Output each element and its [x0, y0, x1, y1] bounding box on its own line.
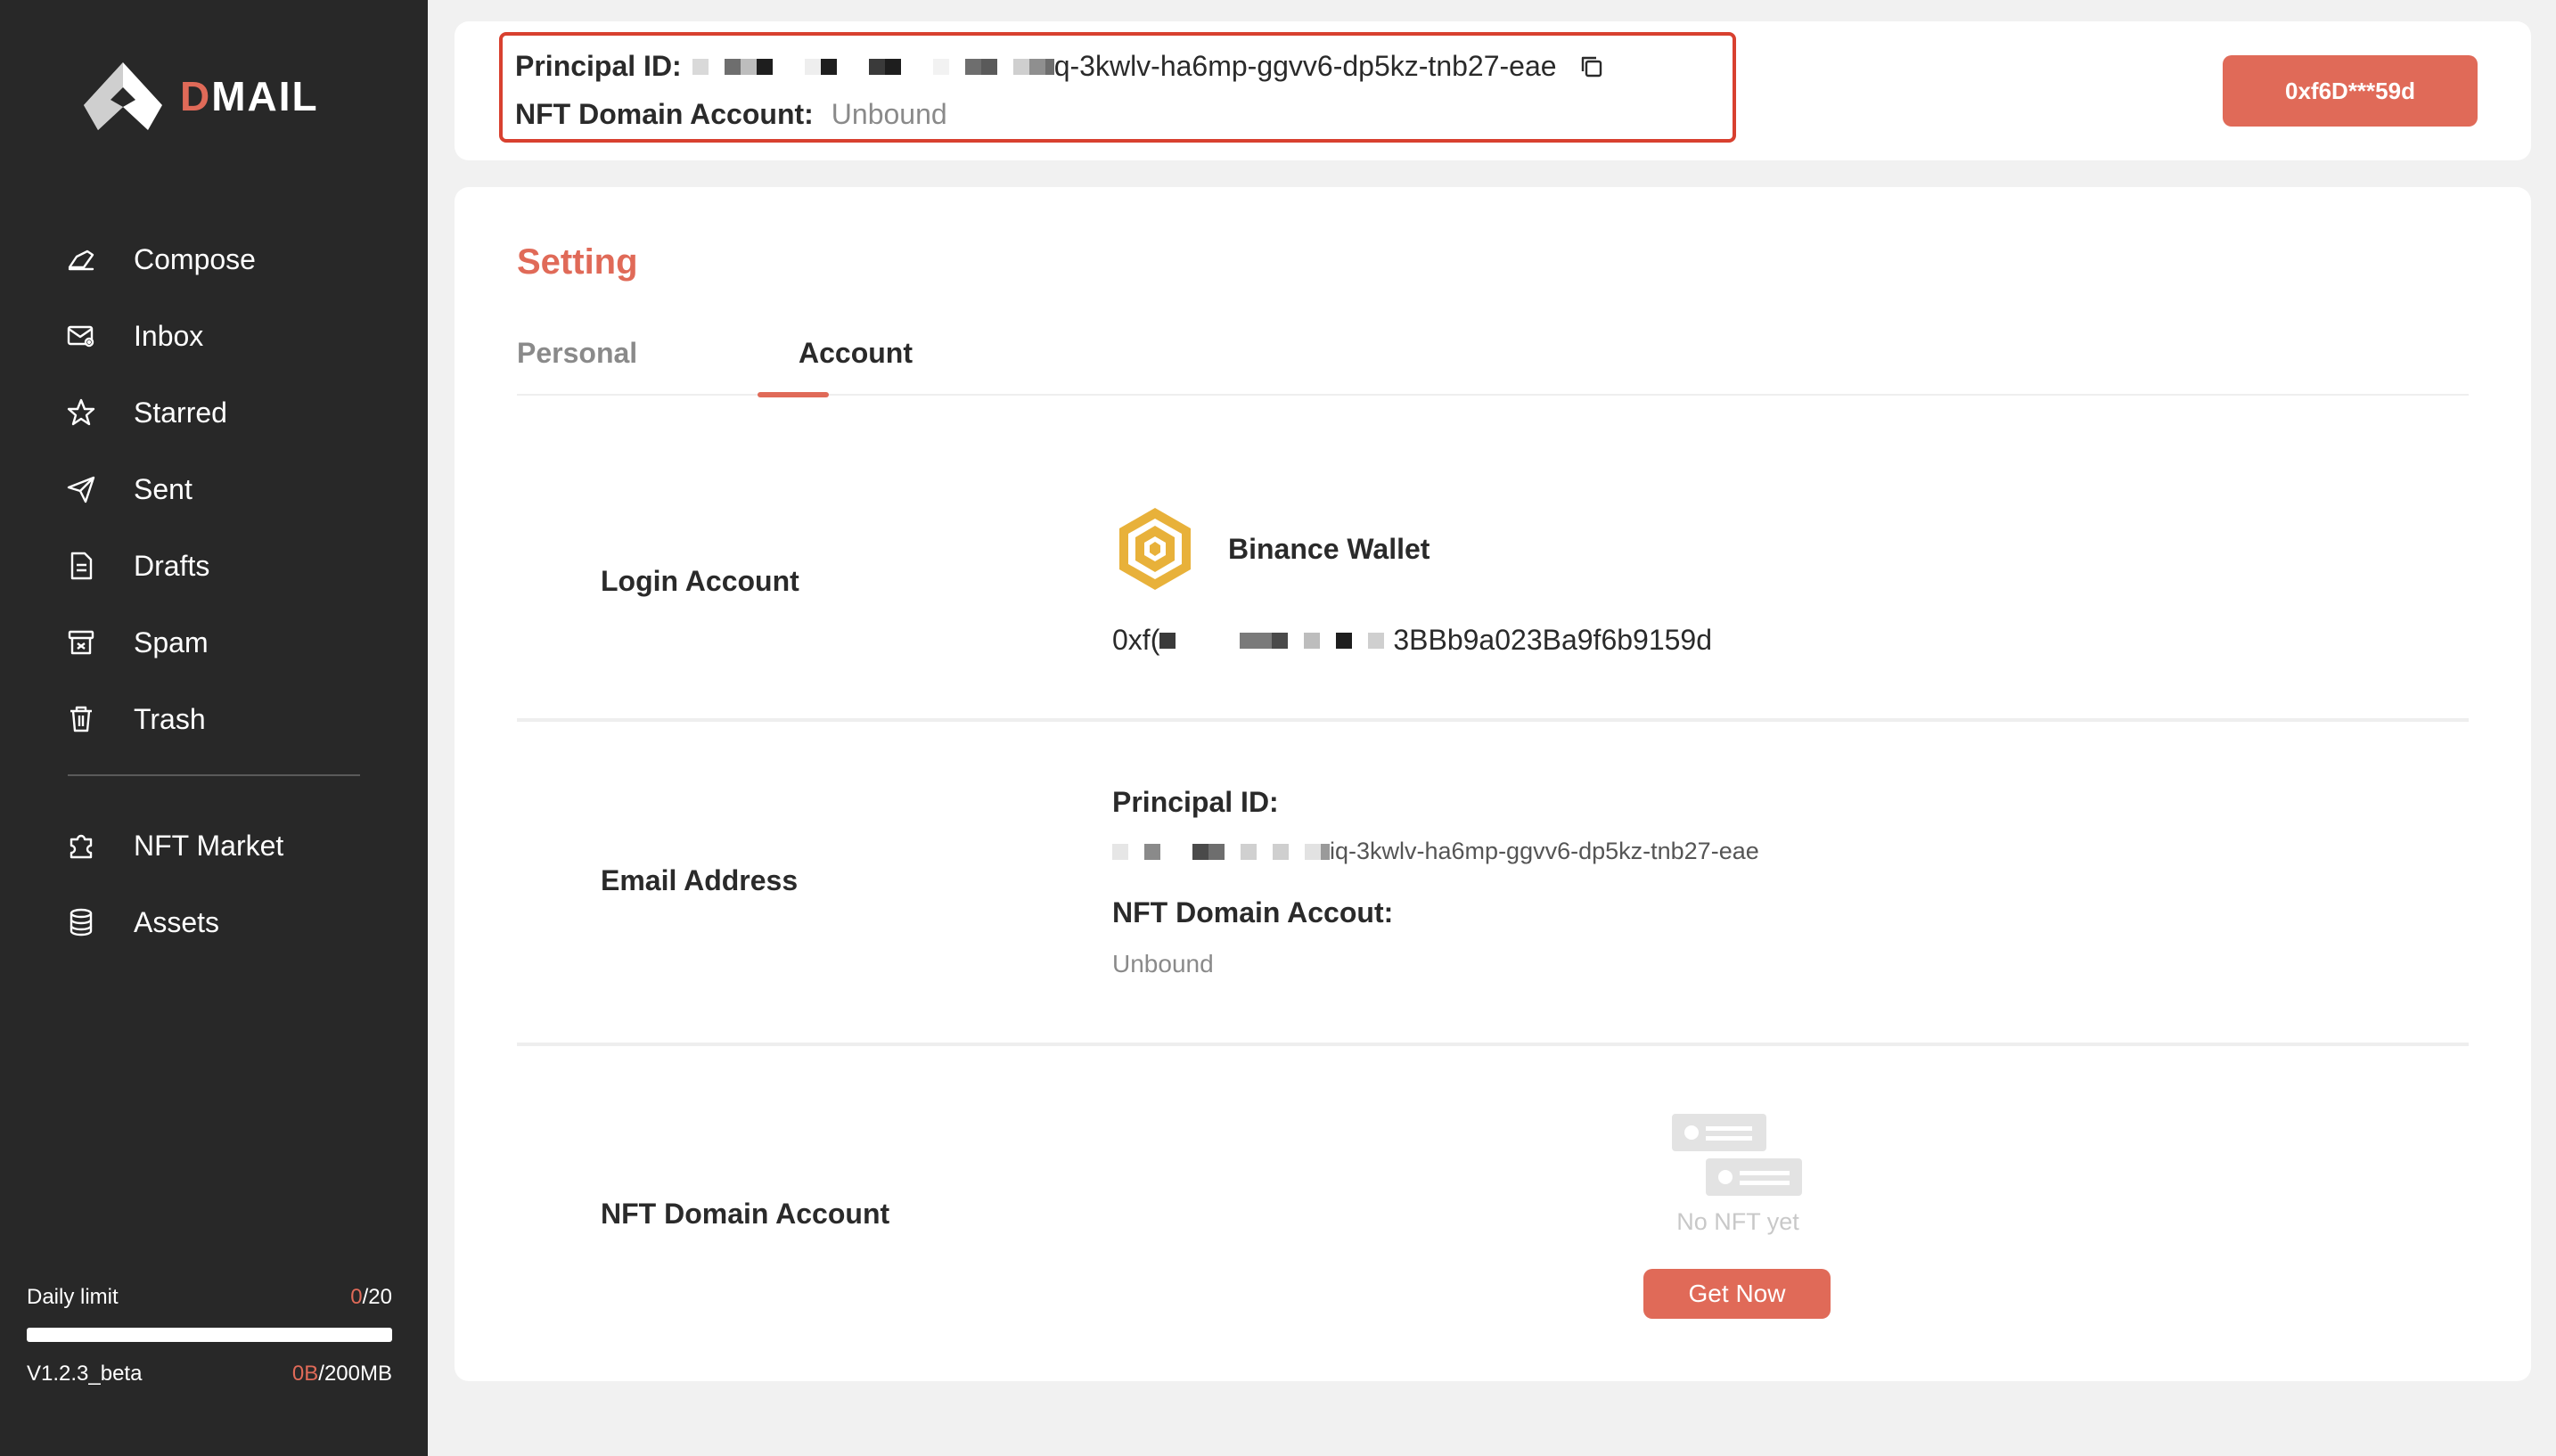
header-principal-value: q-3kwlv-ha6mp-ggvv6-dp5kz-tnb27-eae [692, 50, 1605, 83]
login-address: 0xf( 3BBb9a023Ba9f6b9159d [1112, 624, 1712, 657]
header-nft-label: NFT Domain Account: [515, 98, 814, 130]
storage-usage: 0B/200MB [291, 1362, 392, 1386]
redacted-pixels [1159, 632, 1394, 649]
copy-icon[interactable] [1578, 53, 1605, 80]
nav-label: Inbox [134, 319, 204, 352]
daily-limit: Daily limit 0/20 [27, 1285, 392, 1310]
nav-label: NFT Market [134, 829, 284, 862]
storage-info: V1.2.3_beta 0B/200MB [27, 1362, 392, 1386]
top-bar: Principal ID: q-3kwlv-ha6mp-ggvv6-dp5kz-… [455, 21, 2531, 160]
nav-label: Assets [134, 905, 220, 938]
nav-label: Compose [134, 242, 256, 275]
nav-label: Drafts [134, 549, 210, 582]
nav-item-drafts[interactable]: Drafts [0, 528, 428, 604]
binance-wallet-icon [1119, 508, 1191, 590]
redacted-pixels [1112, 843, 1330, 860]
nav-item-sent[interactable]: Sent [0, 451, 428, 528]
secondary-nav: NFT Market Assets [0, 807, 428, 961]
nav-label: Spam [134, 626, 209, 658]
draft-icon [70, 552, 93, 580]
login-address-end: 3BBb9a023Ba9f6b9159d [1393, 624, 1713, 656]
login-account-label: Login Account [601, 565, 799, 597]
inbox-icon [67, 325, 94, 348]
primary-nav: Compose Inbox Starred Sent Drafts Spam T… [0, 221, 428, 757]
daily-limit-label: Daily limit [27, 1285, 119, 1309]
settings-panel: Setting Personal Account Login Account B… [455, 187, 2531, 1381]
nav-label: Trash [134, 702, 206, 735]
nav-item-spam[interactable]: Spam [0, 604, 428, 681]
nav-item-starred[interactable]: Starred [0, 374, 428, 451]
section-divider [517, 1043, 2469, 1046]
page-title: Setting [517, 242, 638, 282]
login-address-start: 0xf( [1112, 624, 1160, 656]
daily-limit-count: 0/20 [350, 1285, 392, 1309]
send-icon [67, 476, 95, 503]
tab-personal[interactable]: Personal [517, 337, 637, 370]
nav-item-nft-market[interactable]: NFT Market [0, 807, 428, 884]
header-nft-value: Unbound [831, 98, 947, 130]
nav-label: Sent [134, 472, 193, 505]
header-principal-text: q-3kwlv-ha6mp-ggvv6-dp5kz-tnb27-eae [1053, 50, 1557, 82]
empty-nft-icon [1672, 1114, 1802, 1196]
nav-label: Starred [134, 396, 227, 429]
nav-divider [68, 774, 360, 776]
version-label: V1.2.3_beta [27, 1362, 143, 1386]
dmail-logo-icon [84, 62, 162, 130]
principal-id-label: Principal ID: [1112, 786, 1279, 818]
header-principal-label: Principal ID: [515, 50, 682, 82]
dmail-logo-text: DMAIL [180, 73, 319, 119]
wallet-name: Binance Wallet [1228, 533, 1430, 565]
dmail-logo[interactable]: DMAIL [82, 61, 319, 132]
wallet-address-button[interactable]: 0xf6D***59d [2223, 55, 2478, 127]
redacted-pixels [692, 58, 1054, 75]
nft-domain-account-label: NFT Domain Account [601, 1198, 890, 1230]
get-now-button[interactable]: Get Now [1643, 1269, 1831, 1319]
star-icon [67, 398, 95, 426]
nft-domain-status: Unbound [1112, 950, 1214, 977]
section-divider [517, 718, 2469, 722]
active-tab-indicator [758, 392, 829, 397]
nav-item-assets[interactable]: Assets [0, 884, 428, 961]
empty-nft-text: No NFT yet [1676, 1208, 1799, 1235]
trash-icon [70, 706, 92, 732]
nav-item-compose[interactable]: Compose [0, 221, 428, 298]
puzzle-icon [70, 834, 93, 859]
nav-item-inbox[interactable]: Inbox [0, 298, 428, 374]
principal-id-text: iq-3kwlv-ha6mp-ggvv6-dp5kz-tnb27-eae [1330, 838, 1759, 864]
sidebar: DMAIL Compose Inbox Starred Sent Drafts … [0, 0, 428, 1456]
header-principal-row: Principal ID: q-3kwlv-ha6mp-ggvv6-dp5kz-… [515, 50, 1605, 83]
header-nft-row: NFT Domain Account: Unbound [515, 98, 947, 131]
database-icon [70, 908, 93, 937]
nav-item-trash[interactable]: Trash [0, 681, 428, 757]
principal-id-value: iq-3kwlv-ha6mp-ggvv6-dp5kz-tnb27-eae [1112, 838, 1759, 865]
spam-icon [68, 630, 94, 655]
email-address-label: Email Address [601, 864, 799, 896]
compose-icon [68, 249, 94, 271]
settings-tabs: Personal Account [517, 337, 2469, 396]
tab-account[interactable]: Account [799, 337, 913, 370]
nft-domain-accout-label: NFT Domain Accout: [1112, 896, 1394, 928]
daily-limit-progress [27, 1328, 392, 1342]
